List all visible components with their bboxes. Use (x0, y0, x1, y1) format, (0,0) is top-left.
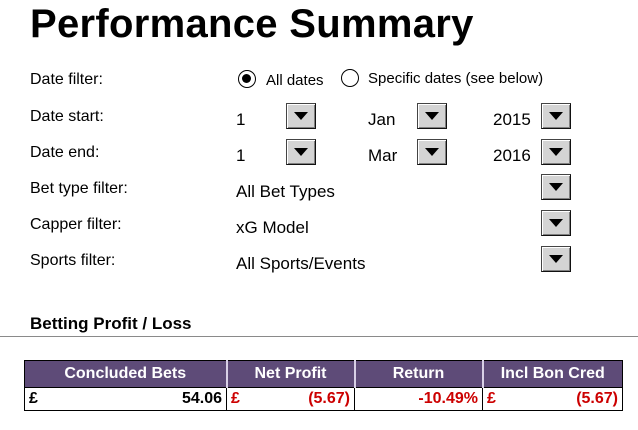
date-start-label: Date start: (30, 108, 104, 125)
net-profit-cell: £ (5.67) (226, 387, 355, 411)
incl-bon-cred-cell: £ (5.67) (482, 387, 623, 411)
table-header-row: Concluded Bets Net Profit Return Incl Bo… (24, 360, 623, 388)
return-cell: -10.49% (354, 387, 483, 411)
date-filter-label: Date filter: (30, 71, 103, 88)
concluded-bets-value: 54.06 (181, 390, 222, 407)
column-header-net-profit: Net Profit (225, 360, 355, 388)
capper-filter-value: xG Model (236, 218, 309, 237)
chevron-down-icon (549, 112, 563, 120)
chevron-down-icon (549, 148, 563, 156)
betting-profit-loss-heading: Betting Profit / Loss (30, 314, 192, 333)
chevron-down-icon (425, 148, 439, 156)
section-divider (0, 336, 638, 337)
date-end-day: 1 (236, 146, 246, 165)
date-end-label: Date end: (30, 144, 100, 161)
date-start-month-dropdown[interactable] (417, 103, 447, 129)
page-title: Performance Summary (30, 2, 474, 46)
radio-all-dates-label[interactable]: All dates (266, 71, 324, 91)
sports-filter-value: All Sports/Events (236, 254, 366, 273)
date-start-year: 2015 (493, 110, 531, 129)
radio-specific-dates-label[interactable]: Specific dates (see below) (368, 69, 543, 89)
date-start-year-dropdown[interactable] (541, 103, 571, 129)
chevron-down-icon (294, 112, 308, 120)
chevron-down-icon (294, 148, 308, 156)
column-header-incl-bon-cred: Incl Bon Cred (481, 360, 623, 388)
date-start-day: 1 (236, 110, 246, 129)
currency-symbol: £ (29, 390, 38, 407)
net-profit-value: (5.67) (308, 390, 350, 407)
date-start-day-dropdown[interactable] (286, 103, 316, 129)
capper-filter-dropdown[interactable] (541, 210, 571, 236)
sports-filter-label: Sports filter: (30, 252, 116, 269)
profit-loss-table: Concluded Bets Net Profit Return Incl Bo… (24, 360, 623, 411)
radio-selected-icon (242, 74, 251, 83)
bet-type-filter-dropdown[interactable] (541, 174, 571, 200)
bet-type-filter-label: Bet type filter: (30, 180, 128, 197)
date-start-month: Jan (368, 110, 396, 129)
column-header-return: Return (353, 360, 483, 388)
sports-filter-dropdown[interactable] (541, 246, 571, 272)
date-end-day-dropdown[interactable] (286, 139, 316, 165)
date-end-month-dropdown[interactable] (417, 139, 447, 165)
return-value: -10.49% (418, 390, 478, 407)
date-end-year-dropdown[interactable] (541, 139, 571, 165)
date-end-month: Mar (368, 146, 398, 165)
concluded-bets-cell: £ 54.06 (24, 387, 227, 411)
table-row: £ 54.06 £ (5.67) -10.49% £ (5.67) (24, 387, 623, 411)
chevron-down-icon (549, 219, 563, 227)
chevron-down-icon (549, 183, 563, 191)
incl-bon-cred-value: (5.67) (576, 390, 618, 407)
bet-type-filter-value: All Bet Types (236, 182, 335, 201)
date-end-year: 2016 (493, 146, 531, 165)
currency-symbol: £ (487, 390, 496, 407)
chevron-down-icon (425, 112, 439, 120)
capper-filter-label: Capper filter: (30, 216, 122, 233)
chevron-down-icon (549, 255, 563, 263)
column-header-concluded-bets: Concluded Bets (24, 360, 227, 388)
radio-all-dates[interactable] (238, 70, 256, 88)
radio-specific-dates[interactable] (341, 69, 359, 87)
currency-symbol: £ (231, 390, 240, 407)
